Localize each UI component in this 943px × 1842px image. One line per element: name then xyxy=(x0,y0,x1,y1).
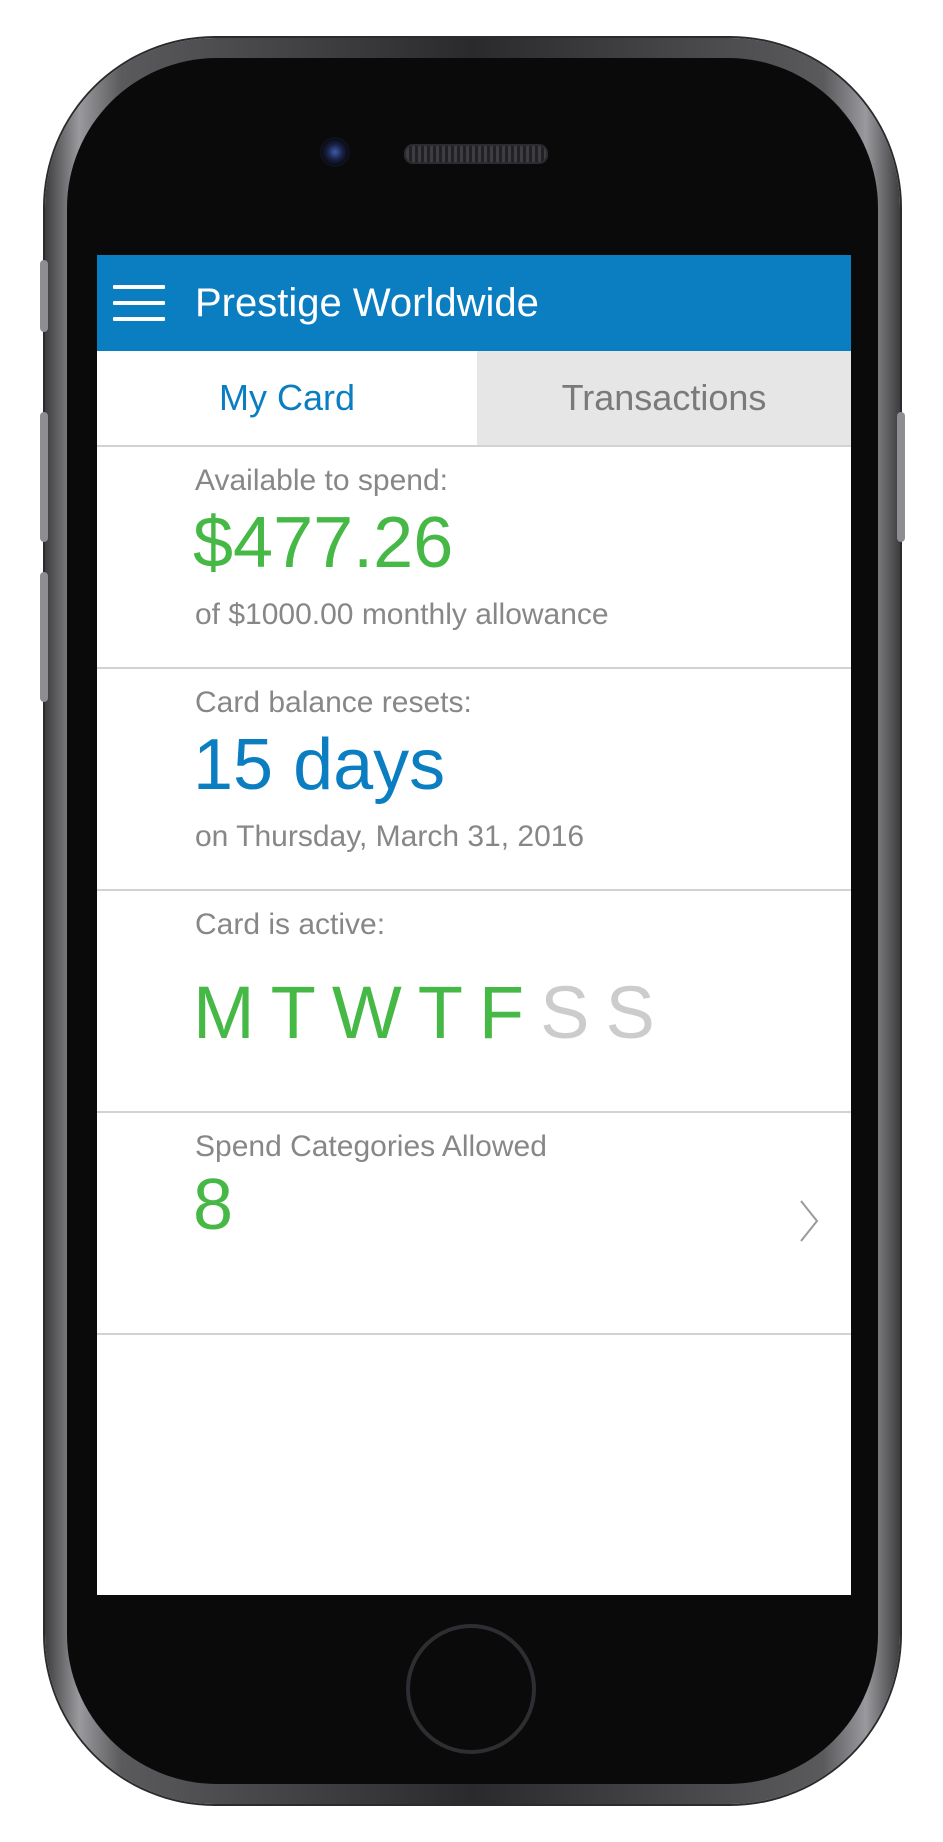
volume-down-button xyxy=(40,572,48,702)
spend-categories-label: Spend Categories Allowed xyxy=(195,1130,547,1163)
reset-days-value: 15 days xyxy=(193,725,446,805)
tab-my-card[interactable]: My Card xyxy=(97,351,477,445)
tab-transactions[interactable]: Transactions xyxy=(477,351,851,445)
front-camera xyxy=(320,137,350,167)
available-amount: $477.26 xyxy=(193,503,454,583)
active-days-label: Card is active: xyxy=(195,908,386,941)
tab-bar: My Card Transactions xyxy=(97,351,851,447)
reset-label: Card balance resets: xyxy=(195,686,472,719)
weekday-list: MTWTFSS xyxy=(193,973,671,1053)
reset-section: Card balance resets: 15 days on Thursday… xyxy=(97,669,851,891)
day-letter: T xyxy=(270,971,318,1054)
reset-date-note: on Thursday, March 31, 2016 xyxy=(195,820,585,853)
spend-categories-count: 8 xyxy=(193,1165,234,1245)
available-label: Available to spend: xyxy=(195,464,448,497)
app-bar: Prestige Worldwide xyxy=(97,255,851,351)
home-button[interactable] xyxy=(406,1624,536,1754)
allowance-note: of $1000.00 monthly allowance xyxy=(195,598,609,631)
day-letter: S xyxy=(605,971,657,1054)
hamburger-menu-icon[interactable] xyxy=(113,285,165,321)
day-letter: M xyxy=(193,971,257,1054)
mute-switch xyxy=(40,260,48,332)
earpiece-speaker xyxy=(404,144,548,164)
spend-categories-row[interactable]: Spend Categories Allowed 8 xyxy=(97,1113,851,1335)
day-letter: F xyxy=(478,971,527,1054)
day-letter: T xyxy=(417,971,465,1054)
app-screen: Prestige Worldwide My Card Transactions … xyxy=(97,255,851,1595)
volume-up-button xyxy=(40,412,48,542)
power-button xyxy=(897,412,905,542)
chevron-right-icon[interactable] xyxy=(799,1199,819,1243)
day-letter: W xyxy=(331,971,404,1054)
active-days-section: Card is active: MTWTFSS xyxy=(97,891,851,1113)
available-section: Available to spend: $477.26 of $1000.00 … xyxy=(97,447,851,669)
day-letter: S xyxy=(540,971,592,1054)
app-title: Prestige Worldwide xyxy=(195,281,539,325)
